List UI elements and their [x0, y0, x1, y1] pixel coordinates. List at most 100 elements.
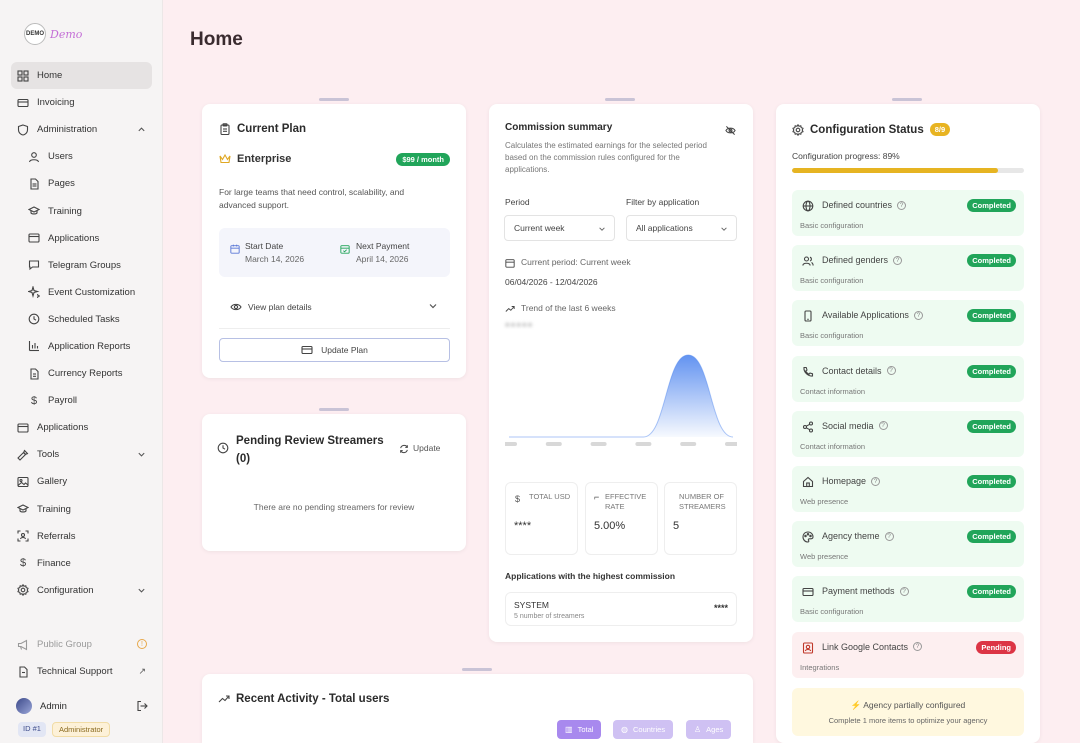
config-item-row[interactable]: Link Google Contacts? Integrations Pending [792, 631, 1024, 678]
sidebar-item-telegram-groups[interactable]: Telegram Groups [11, 252, 152, 279]
status-badge: Completed [967, 199, 1016, 212]
sidebar-item-public-group[interactable]: Public Group ! [11, 631, 152, 658]
sidebar-item-pages[interactable]: Pages [11, 170, 152, 197]
trend-label-text: Trend of the last 6 weeks [521, 303, 616, 313]
config-item-row[interactable]: Homepage? Web presence Completed [792, 466, 1024, 512]
app-logo[interactable]: DEMO Demo [24, 23, 82, 45]
config-item-row[interactable]: Available Applications? Basic configurati… [792, 300, 1024, 347]
current-plan-card: Current Plan Enterprise $99 / month For … [202, 104, 466, 378]
x-tick-label-hidden [590, 442, 607, 446]
stat-label: NUMBER OF STREAMERS [679, 492, 726, 511]
pending-update-button[interactable]: Update [399, 443, 440, 454]
sidebar-item-configuration[interactable]: Configuration [11, 577, 152, 604]
config-item-title: Link Google Contacts? [822, 642, 923, 652]
sidebar-item-applications[interactable]: Applications [11, 414, 152, 441]
sidebar-item-invoicing[interactable]: Invoicing [11, 89, 152, 116]
config-item-category: Basic configuration [800, 276, 864, 286]
sidebar-item-tools[interactable]: Tools [11, 441, 152, 468]
sidebar-item-gallery[interactable]: Gallery [11, 468, 152, 495]
help-icon[interactable]: ? [871, 476, 881, 486]
alert-icon: ! [137, 639, 147, 649]
sidebar: DEMO Demo Home Invoicing Administration … [0, 0, 163, 743]
stat-total-usd: $ TOTAL USD **** [505, 482, 578, 555]
view-plan-details-toggle[interactable]: View plan details [230, 301, 312, 313]
sidebar-item-administration[interactable]: Administration [11, 116, 152, 143]
dollar-icon: $ [515, 494, 521, 504]
sidebar-item-training-main[interactable]: Training [11, 496, 152, 523]
drag-handle[interactable] [605, 98, 635, 101]
graduation-icon [17, 503, 29, 515]
sidebar-item-currency-reports[interactable]: Currency Reports [11, 360, 152, 387]
sidebar-item-label: Referrals [37, 530, 76, 542]
sidebar-item-application-reports[interactable]: Application Reports [11, 333, 152, 360]
config-item-row[interactable]: Agency theme? Web presence Completed [792, 521, 1024, 568]
tab-countries[interactable]: ◍ Countries [613, 720, 674, 739]
config-item-row[interactable]: Defined countries? Basic configuration Com… [792, 190, 1024, 236]
eye-off-icon[interactable] [725, 125, 736, 136]
sidebar-item-label: Configuration [37, 584, 94, 596]
sidebar-item-label: Public Group [37, 639, 92, 651]
tab-total[interactable]: ▥ Total [557, 720, 602, 739]
sidebar-item-label: Applications [37, 422, 89, 434]
application-filter-select[interactable]: All applications [626, 215, 737, 241]
sidebar-item-home[interactable]: Home [11, 62, 152, 90]
sidebar-item-applications-admin[interactable]: Applications [11, 225, 152, 252]
config-item-row[interactable]: Defined genders? Basic configuration Compl… [792, 245, 1024, 292]
next-payment: Next Payment April 14, 2026 [356, 240, 409, 266]
help-icon[interactable]: ? [878, 421, 888, 431]
sidebar-item-users[interactable]: Users [11, 143, 152, 170]
trend-area [509, 355, 733, 437]
drag-handle[interactable] [319, 408, 349, 411]
telephone-icon [802, 365, 814, 377]
top-app-row[interactable]: SYSTEM 5 number of streamers **** [505, 592, 737, 626]
application-filter-value: All applications [636, 223, 693, 233]
window-icon [28, 232, 40, 244]
config-item-row[interactable]: Social media? Contact information Complete… [792, 410, 1024, 457]
sidebar-item-label: Training [37, 503, 71, 515]
config-item-row[interactable]: Payment methods? Basic configuration Compl… [792, 576, 1024, 623]
megaphone-icon [17, 639, 29, 651]
plan-description: For large teams that need control, scala… [219, 187, 405, 210]
tab-ages[interactable]: ♙ Ages [686, 720, 732, 739]
sidebar-item-technical-support[interactable]: Technical Support ↗ [11, 658, 152, 685]
config-item-title-text: Contact details [822, 365, 882, 376]
config-title-text: Configuration Status [810, 123, 924, 136]
sidebar-item-payroll[interactable]: $ Payroll [11, 387, 152, 414]
help-icon[interactable]: ? [913, 642, 923, 652]
period-select[interactable]: Current week [504, 215, 615, 241]
sidebar-item-label: Pages [48, 178, 75, 190]
commission-summary-card: Commission summary Calculates the estima… [489, 104, 753, 642]
grid-icon [17, 69, 29, 82]
sidebar-item-finance[interactable]: $ Finance [11, 550, 152, 577]
status-badge: Completed [967, 585, 1016, 599]
help-icon[interactable]: ? [897, 200, 907, 210]
config-item-row[interactable]: Contact details? Contact information Compl… [792, 355, 1024, 402]
help-icon[interactable]: ? [913, 310, 923, 320]
config-title: Configuration Status 8/9 [792, 123, 951, 136]
help-icon[interactable]: ? [884, 531, 894, 541]
lightning-icon: ⚡ [850, 700, 862, 710]
sidebar-item-scheduled-tasks[interactable]: Scheduled Tasks [11, 306, 152, 333]
user-profile[interactable]: Admin [16, 698, 152, 714]
trend-up-icon [218, 693, 230, 705]
logout-icon[interactable] [136, 700, 148, 712]
sidebar-item-referrals[interactable]: Referrals [11, 523, 152, 550]
chevron-down-icon[interactable] [428, 301, 438, 311]
current-plan-label: Current Plan [237, 123, 307, 135]
sidebar-item-label: Applications [48, 232, 100, 244]
update-plan-button[interactable]: Update Plan [219, 338, 450, 362]
sidebar-item-training[interactable]: Training [11, 197, 152, 224]
gear-icon [17, 584, 29, 597]
drag-handle[interactable] [892, 98, 922, 101]
help-icon[interactable]: ? [893, 255, 903, 265]
config-item-title-text: Homepage [822, 476, 867, 486]
config-item-title: Homepage? [822, 476, 881, 486]
sidebar-item-event-customization[interactable]: Event Customization [11, 279, 152, 306]
help-icon[interactable]: ? [899, 586, 909, 596]
current-plan-title: Current Plan [219, 123, 306, 135]
help-icon[interactable]: ? [886, 366, 896, 376]
chevron-down-icon [138, 453, 145, 457]
external-link-icon: ↗ [138, 666, 146, 676]
drag-handle[interactable] [319, 98, 349, 101]
drag-handle[interactable] [462, 668, 492, 671]
